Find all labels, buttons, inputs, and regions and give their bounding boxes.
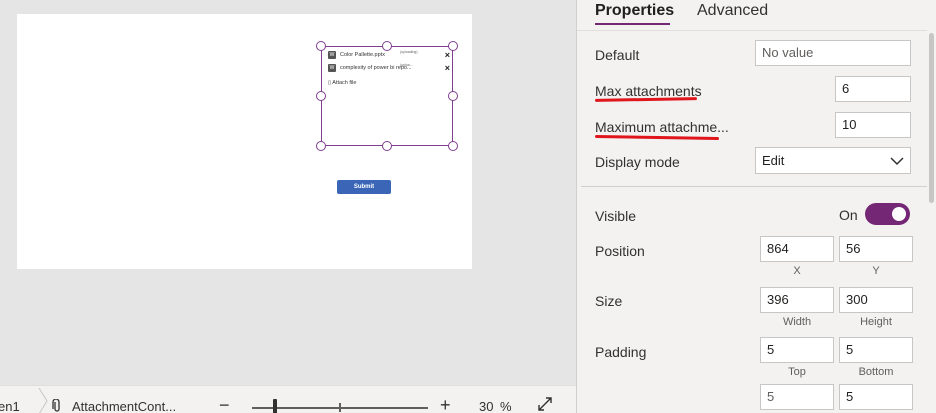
visible-label: Visible xyxy=(595,208,636,224)
display-mode-dropdown[interactable]: Edit xyxy=(755,147,911,174)
tab-divider xyxy=(577,30,936,31)
breadcrumb-separator-icon xyxy=(38,388,48,413)
padding-left-input[interactable]: 5 xyxy=(760,384,834,410)
size-label: Size xyxy=(595,293,623,309)
zoom-slider-midpoint xyxy=(339,403,341,412)
max-attachments-input[interactable]: 6 xyxy=(835,76,911,102)
position-y-caption: Y xyxy=(872,265,880,277)
max-attachment-size-label: Maximum attachme... xyxy=(595,119,729,135)
display-mode-label: Display mode xyxy=(595,154,680,170)
max-attachment-size-input[interactable]: 10 xyxy=(835,112,911,138)
position-x-caption: X xyxy=(793,265,801,277)
position-label: Position xyxy=(595,243,645,259)
zoom-unit: % xyxy=(500,399,512,413)
size-width-input[interactable]: 396 xyxy=(760,287,834,313)
resize-handle-top-left[interactable] xyxy=(316,41,326,51)
scrollbar-thumb[interactable] xyxy=(929,33,934,203)
size-height-input[interactable]: 300 xyxy=(839,287,913,313)
submit-button[interactable]: Submit xyxy=(337,180,391,194)
padding-bottom-input[interactable]: 5 xyxy=(839,337,913,363)
toggle-knob xyxy=(892,207,906,221)
attachment-name: Color Pallette.pptx xyxy=(340,52,385,58)
paperclip-icon: ▯ xyxy=(328,80,332,86)
resize-handle-bottom-right[interactable] xyxy=(448,141,458,151)
attachment-control[interactable]: W Color Pallette.pptx (uploading) × W co… xyxy=(316,41,458,151)
tab-advanced[interactable]: Advanced xyxy=(697,2,768,20)
position-y-input[interactable]: 56 xyxy=(839,236,913,262)
active-tab-indicator xyxy=(595,23,670,25)
resize-handle-right[interactable] xyxy=(448,91,458,101)
zoom-out-icon[interactable]: − xyxy=(219,395,230,413)
zoom-slider-thumb[interactable] xyxy=(273,399,277,413)
padding-bottom-caption: Bottom xyxy=(858,366,894,378)
breadcrumb-control[interactable]: AttachmentCont... xyxy=(72,399,176,413)
canvas-area: W Color Pallette.pptx (uploading) × W co… xyxy=(0,0,576,413)
padding-label: Padding xyxy=(595,344,647,360)
attachment-status: (uploading) xyxy=(400,50,418,54)
file-icon: W xyxy=(328,51,336,59)
padding-right-input[interactable]: 5 xyxy=(839,384,913,410)
zoom-in-icon[interactable]: + xyxy=(440,395,451,413)
padding-top-caption: Top xyxy=(788,366,806,378)
attach-file-label: Attach file xyxy=(332,80,357,86)
visible-toggle[interactable] xyxy=(865,203,910,225)
chevron-down-icon xyxy=(890,157,904,166)
section-divider xyxy=(581,186,927,187)
attachment-item[interactable]: W Color Pallette.pptx (uploading) × xyxy=(328,49,452,61)
resize-handle-bottom-left[interactable] xyxy=(316,141,326,151)
remove-attachment-icon[interactable]: × xyxy=(445,49,450,61)
attach-file-link[interactable]: ▯ Attach file xyxy=(328,80,356,86)
tab-properties[interactable]: Properties xyxy=(595,2,674,20)
file-icon: W xyxy=(328,64,336,72)
breadcrumb-screen[interactable]: en1 xyxy=(0,399,20,413)
display-mode-value: Edit xyxy=(762,153,785,168)
red-annotation-underline xyxy=(594,97,698,102)
default-label: Default xyxy=(595,47,640,63)
resize-handle-top-right[interactable] xyxy=(448,41,458,51)
resize-handle-bottom[interactable] xyxy=(382,141,392,151)
visible-toggle-state: On xyxy=(839,207,858,223)
attachment-item[interactable]: W complexity of power bi repo... (uploa.… xyxy=(328,62,452,74)
resize-handle-top[interactable] xyxy=(382,41,392,51)
default-input[interactable]: No value xyxy=(755,40,911,66)
status-bar: en1 AttachmentCont... − + 30 % xyxy=(0,385,576,413)
fit-to-window-icon[interactable] xyxy=(537,396,553,413)
padding-top-input[interactable]: 5 xyxy=(760,337,834,363)
size-width-caption: Width xyxy=(782,316,812,328)
position-x-input[interactable]: 864 xyxy=(760,236,834,262)
size-height-caption: Height xyxy=(860,316,892,328)
properties-panel: Properties Advanced Default No value Max… xyxy=(576,0,936,413)
resize-handle-left[interactable] xyxy=(316,91,326,101)
paperclip-icon xyxy=(52,398,62,413)
attachment-status: (uploa... xyxy=(400,63,413,67)
zoom-value: 30 xyxy=(479,399,494,413)
remove-attachment-icon[interactable]: × xyxy=(445,62,450,74)
app-screen[interactable]: W Color Pallette.pptx (uploading) × W co… xyxy=(17,14,472,269)
red-annotation-underline xyxy=(594,134,720,141)
